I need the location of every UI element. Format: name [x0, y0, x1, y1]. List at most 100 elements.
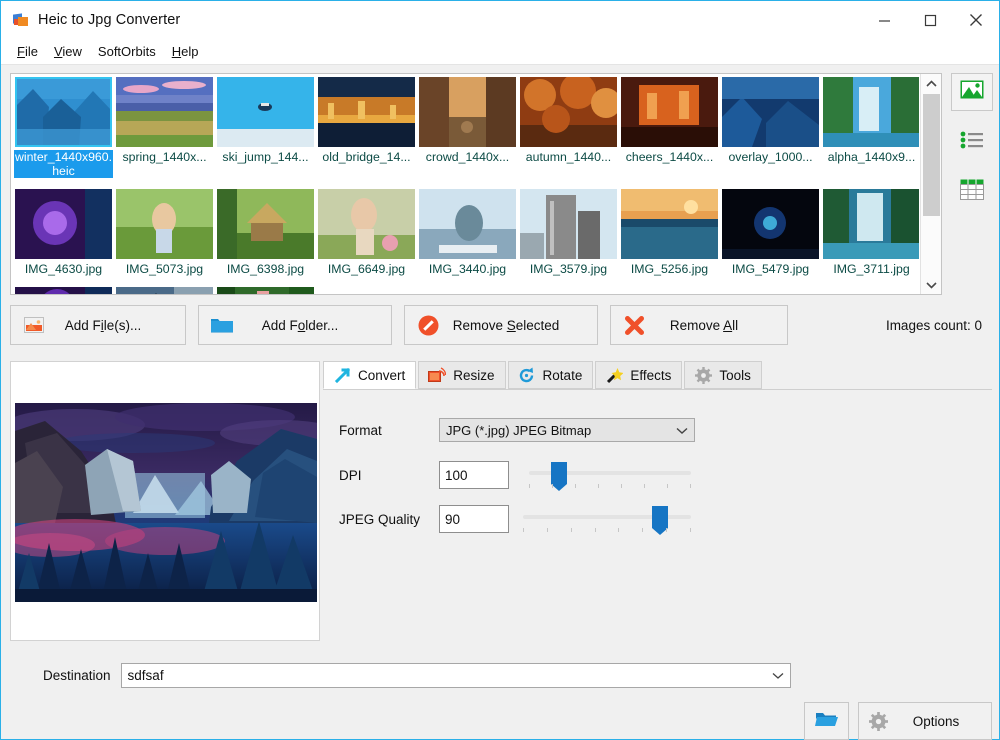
folder-open-icon — [815, 710, 839, 733]
format-label: Format — [339, 423, 439, 438]
tab-effects-label: Effects — [630, 368, 671, 383]
convert-settings: Format JPG (*.jpg) JPEG Bitmap DPI 100 — [323, 389, 992, 641]
jpeg-quality-slider[interactable] — [523, 504, 691, 534]
remove-selected-button[interactable]: Remove Selected — [404, 305, 598, 345]
thumbnail-caption: cheers_1440x... — [620, 150, 719, 164]
scroll-up-arrow-icon[interactable] — [921, 74, 942, 93]
thumbnail-list[interactable]: winter_1440x960.heic — [10, 73, 942, 295]
magic-wand-icon — [604, 367, 624, 384]
list-view-icon — [960, 131, 984, 154]
format-select[interactable]: JPG (*.jpg) JPEG Bitmap — [439, 418, 695, 442]
tab-convert-label: Convert — [358, 368, 405, 383]
destination-input[interactable]: sdfsaf — [121, 663, 791, 688]
thumbnail-caption: crowd_1440x... — [418, 150, 517, 164]
table-view-button[interactable] — [951, 173, 993, 211]
thumbnail-caption: overlay_1000... — [721, 150, 820, 164]
thumbnail-item[interactable]: IMG_3440.jpg — [418, 189, 517, 276]
thumbnail-item[interactable]: cheers_1440x... — [620, 77, 719, 178]
remove-all-button[interactable]: Remove All — [610, 305, 788, 345]
thumbnail-item[interactable] — [216, 287, 315, 294]
format-row: Format JPG (*.jpg) JPEG Bitmap — [339, 418, 695, 442]
preview-image — [15, 403, 317, 602]
thumbnail-item[interactable]: IMG_3711.jpg — [822, 189, 919, 276]
jpeg-quality-label: JPEG Quality — [339, 512, 439, 527]
thumbnail-item[interactable] — [14, 287, 113, 294]
thumbnail-item[interactable]: autumn_1440... — [519, 77, 618, 178]
menu-bar: FFileile View SoftOrbits Help — [1, 39, 999, 65]
tab-tools[interactable]: Tools — [684, 361, 762, 389]
folder-icon — [205, 316, 239, 334]
browse-destination-button[interactable] — [804, 702, 849, 740]
format-value: JPG (*.jpg) JPEG Bitmap — [446, 423, 591, 438]
thumbnail-caption: IMG_3579.jpg — [519, 262, 618, 276]
tab-rotate[interactable]: Rotate — [508, 361, 594, 389]
thumbnail-image — [722, 189, 819, 259]
thumbnail-item[interactable]: IMG_5479.jpg — [721, 189, 820, 276]
jpeg-quality-slider-thumb[interactable] — [652, 506, 668, 528]
tab-resize[interactable]: Resize — [418, 361, 505, 389]
thumbnail-caption: IMG_6649.jpg — [317, 262, 416, 276]
tab-effects[interactable]: Effects — [595, 361, 682, 389]
thumbnail-item[interactable]: alpha_1440x9... — [822, 77, 919, 178]
thumbnail-item[interactable]: IMG_6398.jpg — [216, 189, 315, 276]
dpi-input[interactable]: 100 — [439, 461, 509, 489]
thumbnail-image — [520, 77, 617, 147]
dpi-value: 100 — [445, 468, 468, 483]
thumbnail-item[interactable] — [115, 287, 214, 294]
menu-item-view[interactable]: View — [46, 42, 90, 61]
thumbnail-row: IMG_4630.jpg IMG_5073.jpg — [13, 188, 919, 276]
add-files-label: Add File(s)... — [51, 318, 185, 333]
thumbnail-view-button[interactable] — [951, 73, 993, 111]
dpi-slider[interactable] — [529, 460, 691, 490]
thumbnail-item[interactable]: spring_1440x... — [115, 77, 214, 178]
thumbnail-caption: IMG_3440.jpg — [418, 262, 517, 276]
thumbnail-scrollbar[interactable] — [920, 74, 941, 294]
menu-item-softorbits[interactable]: SoftOrbits — [90, 42, 164, 61]
thumbnail-image — [419, 77, 516, 147]
thumbnail-caption: ski_jump_144... — [216, 150, 315, 164]
thumbnail-item[interactable]: overlay_1000... — [721, 77, 820, 178]
chevron-down-icon — [676, 423, 688, 438]
thumbnail-caption: IMG_4630.jpg — [14, 262, 113, 276]
thumbnail-item[interactable]: IMG_6649.jpg — [317, 189, 416, 276]
tab-tools-label: Tools — [719, 368, 751, 383]
add-files-button[interactable]: Add File(s)... — [10, 305, 186, 345]
thumbnail-image — [116, 287, 213, 294]
view-mode-toolbar — [951, 73, 995, 223]
preview-panel — [10, 361, 320, 641]
thumbnail-caption: IMG_3711.jpg — [822, 262, 919, 276]
thumbnail-item[interactable]: ski_jump_144... — [216, 77, 315, 178]
dpi-row: DPI 100 — [339, 460, 691, 490]
close-button[interactable] — [953, 1, 999, 39]
thumbnail-row: winter_1440x960.heic — [13, 76, 919, 178]
maximize-button[interactable] — [907, 1, 953, 39]
add-folder-label: Add Folder... — [239, 318, 391, 333]
menu-item-file[interactable]: FFileile — [9, 42, 46, 61]
minimize-button[interactable] — [861, 1, 907, 39]
dpi-slider-thumb[interactable] — [551, 462, 567, 484]
thumbnail-image — [722, 77, 819, 147]
chevron-down-icon[interactable] — [772, 668, 784, 683]
thumbnail-image — [217, 189, 314, 259]
jpeg-quality-row: JPEG Quality 90 — [339, 504, 691, 534]
thumbnail-item[interactable]: IMG_3579.jpg — [519, 189, 618, 276]
scrollbar-thumb[interactable] — [923, 94, 940, 216]
thumbnail-item[interactable]: IMG_5256.jpg — [620, 189, 719, 276]
scroll-down-arrow-icon[interactable] — [921, 275, 942, 294]
tab-convert[interactable]: Convert — [323, 361, 416, 389]
thumbnail-item[interactable]: IMG_5073.jpg — [115, 189, 214, 276]
add-folder-button[interactable]: Add Folder... — [198, 305, 392, 345]
thumbnail-caption: IMG_5073.jpg — [115, 262, 214, 276]
list-view-button[interactable] — [951, 123, 993, 161]
thumbnail-scroll-area: winter_1440x960.heic — [11, 74, 919, 294]
options-button[interactable]: Options — [858, 702, 992, 740]
table-view-icon — [960, 179, 984, 205]
thumbnail-item[interactable]: crowd_1440x... — [418, 77, 517, 178]
main-body: winter_1440x960.heic — [1, 65, 999, 739]
menu-item-help[interactable]: Help — [164, 42, 207, 61]
thumbnail-item[interactable]: winter_1440x960.heic — [14, 77, 113, 178]
thumbnail-item[interactable]: old_bridge_14... — [317, 77, 416, 178]
jpeg-quality-input[interactable]: 90 — [439, 505, 509, 533]
thumbnail-item[interactable]: IMG_4630.jpg — [14, 189, 113, 276]
thumbnail-row — [13, 286, 919, 294]
